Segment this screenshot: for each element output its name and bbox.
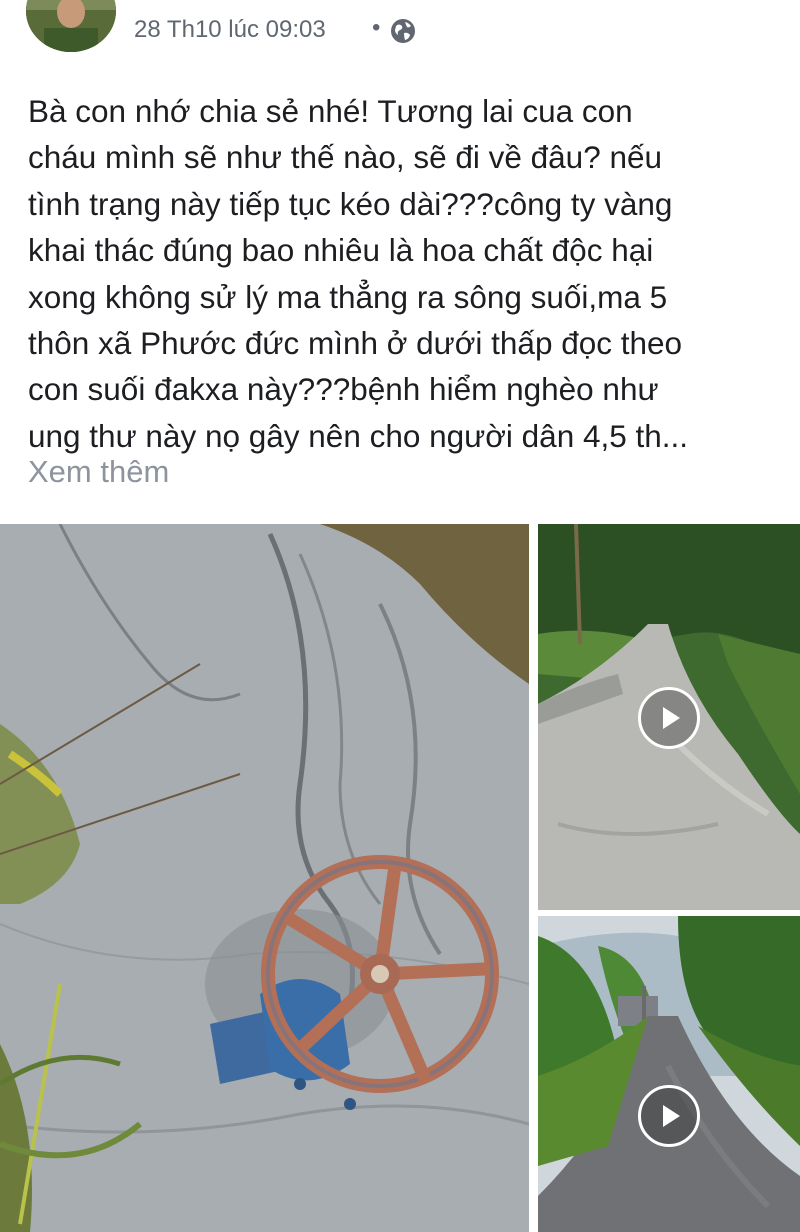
post-text-line: cháu mình sẽ như thế nào, sẽ đi về đâu? … <box>28 139 663 176</box>
play-icon[interactable] <box>638 687 700 749</box>
post-timestamp[interactable]: 28 Th10 lúc 09:03 <box>134 16 326 44</box>
play-icon[interactable] <box>638 1085 700 1147</box>
post-text-line: xong không sử lý ma thẳng ra sông suối,m… <box>28 278 668 315</box>
media-photo-valve[interactable] <box>0 524 529 1232</box>
media-video-road-2[interactable] <box>538 916 800 1232</box>
post-text-line: ung thư này nọ gây nên cho người dân 4,5… <box>28 417 689 454</box>
post-header: 28 Th10 lúc 09:03 • <box>0 0 800 70</box>
post-text-line: thôn xã Phước đức mình ở dưới thấp đọc t… <box>28 325 683 362</box>
post-text-line: tình trạng này tiếp tục kéo dài???công t… <box>28 185 673 222</box>
see-more-link[interactable]: Xem thêm <box>28 454 169 490</box>
post-text-line: khai thác đúng bao nhiêu là hoa chất độc… <box>28 232 654 269</box>
avatar[interactable] <box>26 0 116 52</box>
post-text-line: Bà con nhớ chia sẻ nhé! Tương lai cua co… <box>28 93 633 129</box>
post-text-line: con suối đakxa này???bệnh hiểm nghèo như <box>28 371 659 408</box>
globe-icon <box>390 18 416 44</box>
post-text: Bà con nhớ chia sẻ nhé! Tương lai cua co… <box>28 88 780 459</box>
separator-dot: • <box>372 14 381 41</box>
media-video-road-1[interactable] <box>538 524 800 910</box>
